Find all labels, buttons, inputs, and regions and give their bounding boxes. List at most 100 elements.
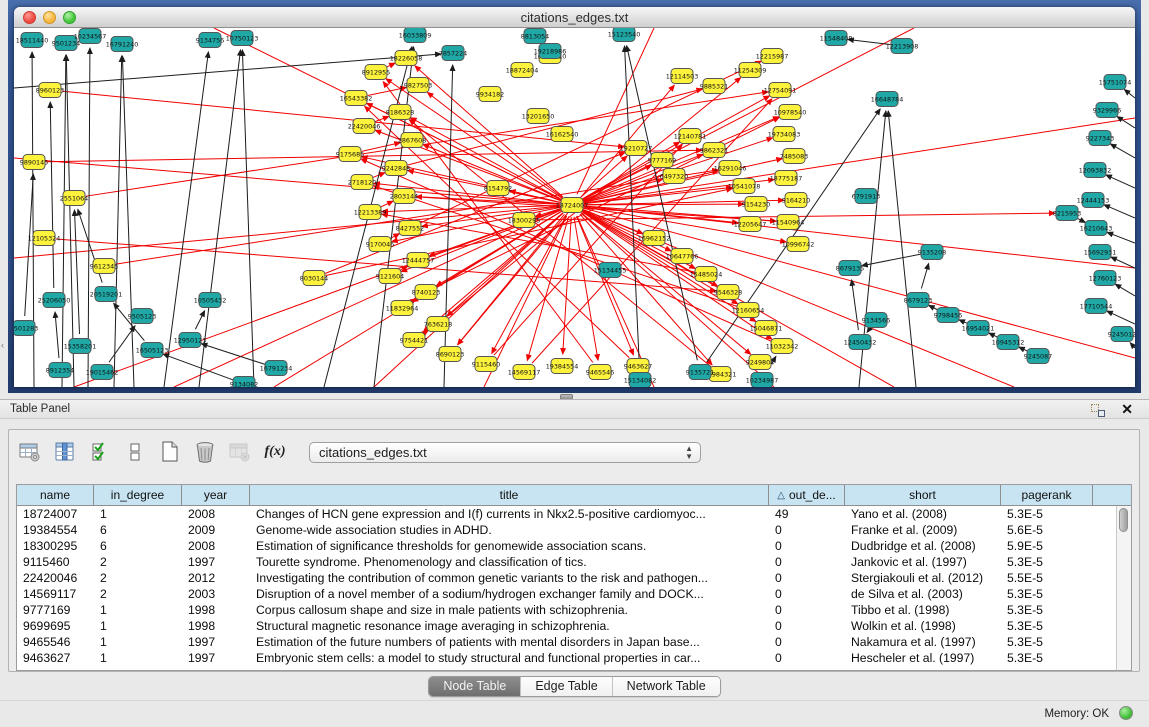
network-node[interactable]: 10996742 bbox=[782, 237, 815, 252]
citation-edge-red[interactable] bbox=[563, 217, 572, 354]
select-columns-icon[interactable] bbox=[52, 439, 78, 465]
citation-edge-black[interactable] bbox=[195, 311, 204, 330]
table-cell[interactable]: 6 bbox=[94, 522, 182, 538]
table-cell[interactable]: 5.3E-5 bbox=[1001, 634, 1093, 650]
citation-edge-black[interactable] bbox=[707, 109, 880, 362]
network-node[interactable]: 9245087 bbox=[1024, 349, 1052, 364]
table-cell[interactable]: Franke et al. (2009) bbox=[845, 522, 1001, 538]
table-cell[interactable]: Tibbo et al. (1998) bbox=[845, 602, 1001, 618]
network-node[interactable]: 15134082 bbox=[624, 373, 657, 388]
table-cell[interactable]: 9463627 bbox=[17, 650, 94, 666]
network-node[interactable]: 9798456 bbox=[934, 308, 962, 323]
network-node[interactable]: 12450432 bbox=[844, 335, 877, 350]
network-node[interactable]: 9154230 bbox=[742, 197, 770, 212]
table-cell[interactable]: Disruption of a novel member of a sodium… bbox=[250, 586, 769, 602]
network-node[interactable]: 9777169 bbox=[648, 153, 676, 168]
network-node[interactable]: 9329966 bbox=[1093, 103, 1121, 118]
citation-edge-black[interactable] bbox=[114, 56, 122, 387]
tab-edge-table[interactable]: Edge Table bbox=[520, 677, 611, 696]
table-cell[interactable]: Estimation of the future numbers of pati… bbox=[250, 634, 769, 650]
citation-edge-red[interactable] bbox=[381, 201, 393, 207]
network-node[interactable]: 9465546 bbox=[586, 365, 614, 380]
citation-edge-black[interactable] bbox=[199, 50, 241, 387]
column-header-out_de[interactable]: △out_de... bbox=[769, 485, 845, 505]
table-cell[interactable]: 14569117 bbox=[17, 586, 94, 602]
network-node[interactable]: 12140781 bbox=[674, 129, 707, 144]
network-node[interactable]: 9227343 bbox=[1086, 131, 1114, 146]
memory-status-indicator[interactable] bbox=[1119, 706, 1133, 720]
network-node[interactable]: 9134566 bbox=[862, 313, 890, 328]
new-document-icon[interactable] bbox=[157, 439, 183, 465]
network-node[interactable]: 9242848 bbox=[382, 161, 410, 176]
table-cell[interactable]: 5.3E-5 bbox=[1001, 602, 1093, 618]
network-node[interactable]: 9134756 bbox=[196, 33, 224, 48]
column-header-title[interactable]: title bbox=[250, 485, 769, 505]
table-cell[interactable]: 0 bbox=[769, 522, 845, 538]
network-node[interactable]: 18300295 bbox=[508, 213, 541, 228]
table-cell[interactable]: Nakamura et al. (1997) bbox=[845, 634, 1001, 650]
network-node[interactable]: 9121604 bbox=[376, 269, 404, 284]
citation-edge-black[interactable] bbox=[848, 39, 890, 44]
network-node[interactable]: 16505123 bbox=[136, 343, 169, 358]
table-cell[interactable]: 5.9E-5 bbox=[1001, 538, 1093, 554]
citation-edge-red[interactable] bbox=[14, 158, 560, 204]
network-node[interactable]: 9134082 bbox=[230, 377, 258, 388]
citation-edge-black[interactable] bbox=[109, 326, 135, 362]
network-node[interactable]: 8186328 bbox=[386, 105, 414, 120]
table-cell[interactable]: 9465546 bbox=[17, 634, 94, 650]
network-node[interactable]: 18511440 bbox=[16, 33, 49, 48]
network-node[interactable]: 7636218 bbox=[424, 317, 452, 332]
citation-edge-black[interactable] bbox=[852, 280, 859, 330]
close-panel-icon[interactable]: ✕ bbox=[1121, 401, 1133, 418]
network-node[interactable]: 14569117 bbox=[508, 365, 541, 380]
network-node[interactable]: 12950123 bbox=[174, 333, 207, 348]
network-node[interactable]: 2867608 bbox=[398, 133, 426, 148]
table-cell[interactable]: 1997 bbox=[182, 634, 250, 650]
network-node[interactable]: 12754091 bbox=[764, 83, 797, 98]
table-row[interactable]: 911546021997Tourette syndrome. Phenomeno… bbox=[17, 554, 1131, 570]
citation-edge-black[interactable] bbox=[1078, 219, 1086, 223]
network-node[interactable]: 6497320 bbox=[660, 169, 688, 184]
table-cell[interactable]: Estimation of significance thresholds fo… bbox=[250, 538, 769, 554]
scrollbar-thumb[interactable] bbox=[1119, 508, 1128, 532]
network-node[interactable]: 9135208 bbox=[918, 245, 946, 260]
table-cell[interactable]: 0 bbox=[769, 650, 845, 666]
network-node[interactable]: 18872404 bbox=[506, 63, 539, 78]
table-cell[interactable]: 5.3E-5 bbox=[1001, 650, 1093, 666]
table-cell[interactable]: 2003 bbox=[182, 586, 250, 602]
citation-edge-red[interactable] bbox=[387, 63, 395, 67]
citation-edge-black[interactable] bbox=[959, 320, 967, 323]
citation-edge-black[interactable] bbox=[201, 344, 264, 365]
table-cell[interactable]: Investigating the contribution of common… bbox=[250, 570, 769, 586]
table-cell[interactable]: Changes of HCN gene expression and I(f) … bbox=[250, 506, 769, 522]
citation-edge-black[interactable] bbox=[55, 312, 59, 358]
network-node[interactable]: 7857224 bbox=[439, 46, 467, 61]
network-node[interactable]: 22420046 bbox=[348, 119, 381, 134]
table-cell[interactable]: Corpus callosum shape and size in male p… bbox=[250, 602, 769, 618]
network-node[interactable]: 8679135 bbox=[836, 261, 864, 276]
table-cell[interactable]: 2009 bbox=[182, 522, 250, 538]
citation-edge-black[interactable] bbox=[1130, 343, 1135, 348]
citation-edge-red[interactable] bbox=[583, 28, 914, 199]
table-cell[interactable]: 5.5E-5 bbox=[1001, 570, 1093, 586]
table-cell[interactable]: 0 bbox=[769, 538, 845, 554]
network-node[interactable]: 19384554 bbox=[546, 359, 579, 374]
table-cell[interactable]: 18300295 bbox=[17, 538, 94, 554]
citation-edge-black[interactable] bbox=[1107, 311, 1135, 324]
table-cell[interactable]: de Silva et al. (2003) bbox=[845, 586, 1001, 602]
table-cell[interactable]: 0 bbox=[769, 570, 845, 586]
citation-edge-black[interactable] bbox=[74, 210, 79, 334]
network-node[interactable]: 16791234 bbox=[260, 361, 293, 376]
network-node[interactable]: 9501234 bbox=[52, 36, 80, 51]
network-node[interactable]: 9245012 bbox=[1108, 327, 1135, 342]
network-node[interactable]: 11254309 bbox=[734, 63, 767, 78]
table-cell[interactable]: 1998 bbox=[182, 618, 250, 634]
float-panel-icon[interactable] bbox=[1091, 404, 1105, 417]
network-node[interactable]: 9827503 bbox=[404, 78, 432, 93]
network-node[interactable]: 9612345 bbox=[90, 259, 118, 274]
citation-edge-black[interactable] bbox=[25, 174, 34, 316]
network-node[interactable]: 9546328 bbox=[714, 285, 742, 300]
column-header-short[interactable]: short bbox=[845, 485, 1001, 505]
network-node[interactable]: 8740123 bbox=[412, 285, 440, 300]
network-node[interactable]: 8912955 bbox=[362, 65, 390, 80]
